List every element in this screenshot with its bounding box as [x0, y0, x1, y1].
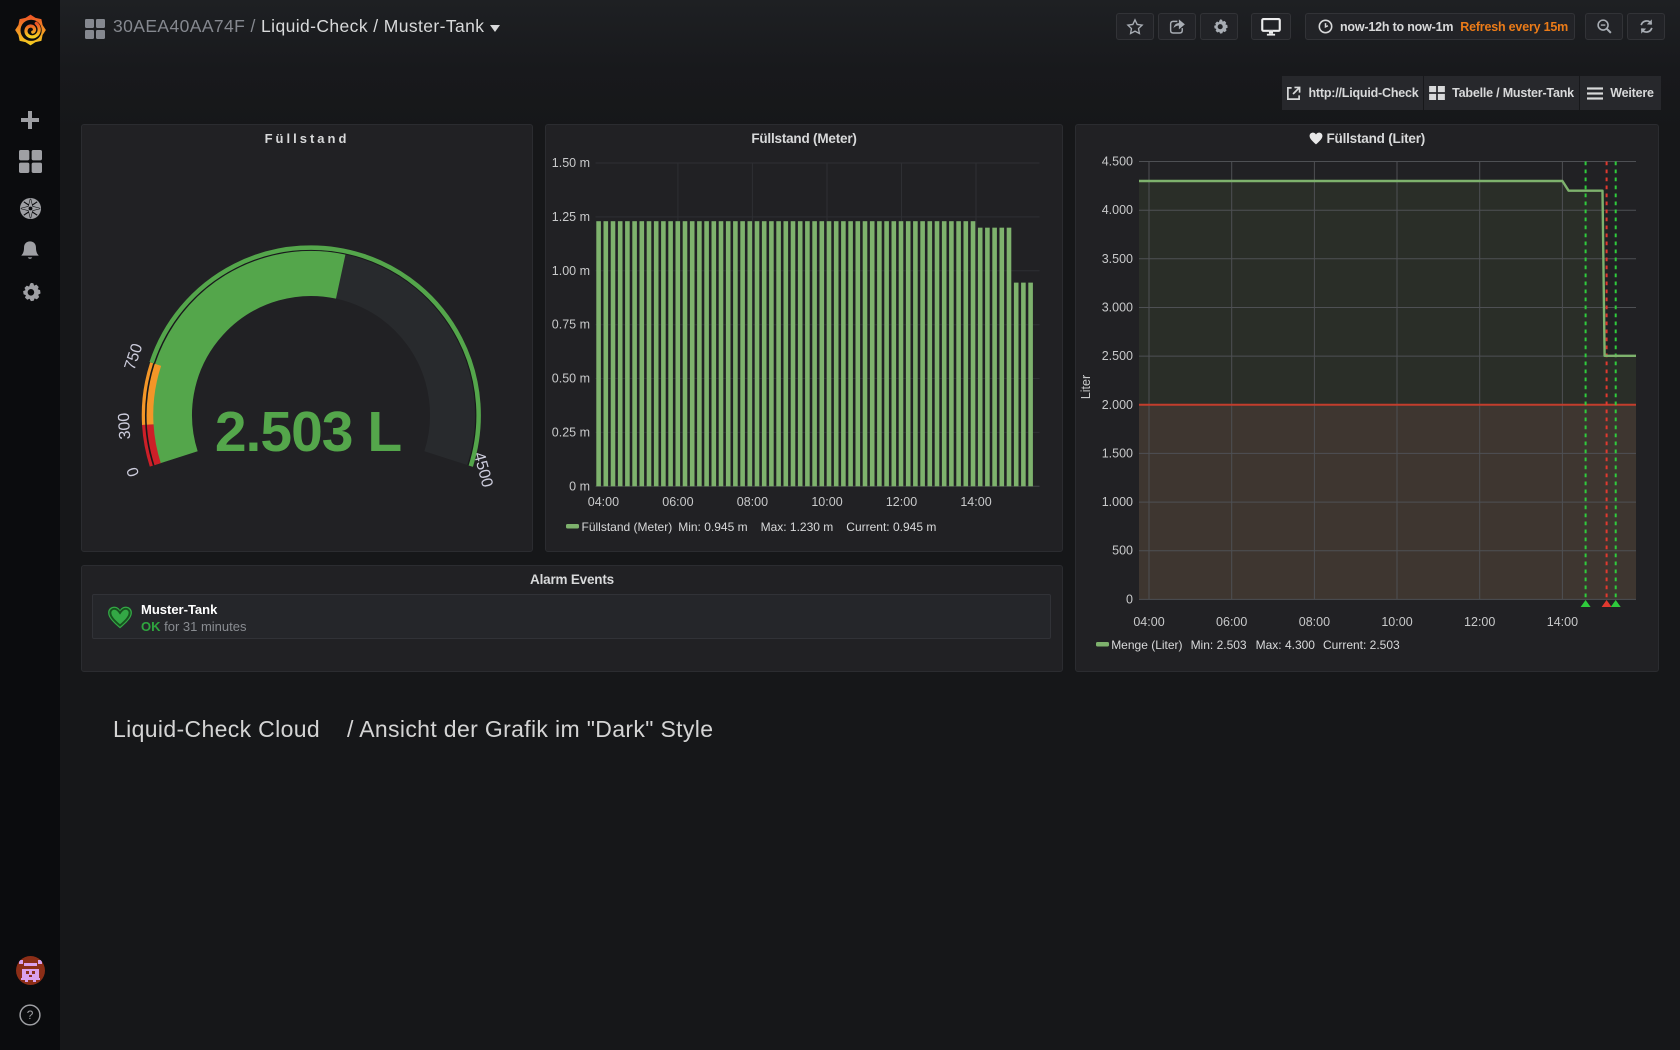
svg-text:500: 500 [1112, 544, 1133, 558]
svg-text:0.75 m: 0.75 m [552, 318, 590, 332]
svg-text:04:00: 04:00 [588, 495, 619, 509]
svg-text:3.000: 3.000 [1102, 301, 1133, 315]
svg-text:2.500: 2.500 [1102, 349, 1133, 363]
svg-text:Füllstand (Meter)Min: 0.945 mM: Füllstand (Meter)Min: 0.945 mMax: 1.230 … [582, 520, 937, 534]
svg-text:4.000: 4.000 [1102, 203, 1133, 217]
svg-text:06:00: 06:00 [1216, 615, 1247, 629]
svg-text:0: 0 [124, 465, 143, 479]
svg-text:04:00: 04:00 [1133, 615, 1164, 629]
svg-text:2.503 L: 2.503 L [215, 400, 401, 464]
svg-text:08:00: 08:00 [737, 495, 768, 509]
svg-text:Menge (Liter)Min: 2.503Max: 4.: Menge (Liter)Min: 2.503Max: 4.300Current… [1111, 638, 1400, 652]
svg-text:1.50 m: 1.50 m [552, 156, 590, 170]
svg-text:1.500: 1.500 [1102, 446, 1133, 460]
svg-text:2.000: 2.000 [1102, 398, 1133, 412]
svg-text:12:00: 12:00 [886, 495, 917, 509]
svg-text:1.00 m: 1.00 m [552, 264, 590, 278]
svg-text:3.500: 3.500 [1102, 252, 1133, 266]
svg-text:1.25 m: 1.25 m [552, 210, 590, 224]
svg-text:300: 300 [116, 412, 135, 440]
svg-text:08:00: 08:00 [1299, 615, 1330, 629]
svg-text:4.500: 4.500 [1102, 155, 1133, 169]
svg-text:0.50 m: 0.50 m [552, 372, 590, 386]
svg-text:14:00: 14:00 [1547, 615, 1578, 629]
svg-text:12:00: 12:00 [1464, 615, 1495, 629]
svg-text:?: ? [27, 1008, 34, 1022]
svg-text:06:00: 06:00 [662, 495, 693, 509]
svg-text:14:00: 14:00 [960, 495, 991, 509]
svg-text:0 m: 0 m [569, 479, 590, 493]
svg-text:10:00: 10:00 [1381, 615, 1412, 629]
svg-text:0.25 m: 0.25 m [552, 425, 590, 439]
svg-text:1.000: 1.000 [1102, 495, 1133, 509]
svg-text:Liter: Liter [1079, 375, 1093, 399]
svg-text:750: 750 [122, 341, 147, 372]
svg-text:4500: 4500 [470, 450, 496, 489]
svg-text:10:00: 10:00 [811, 495, 842, 509]
svg-text:0: 0 [1126, 592, 1133, 606]
